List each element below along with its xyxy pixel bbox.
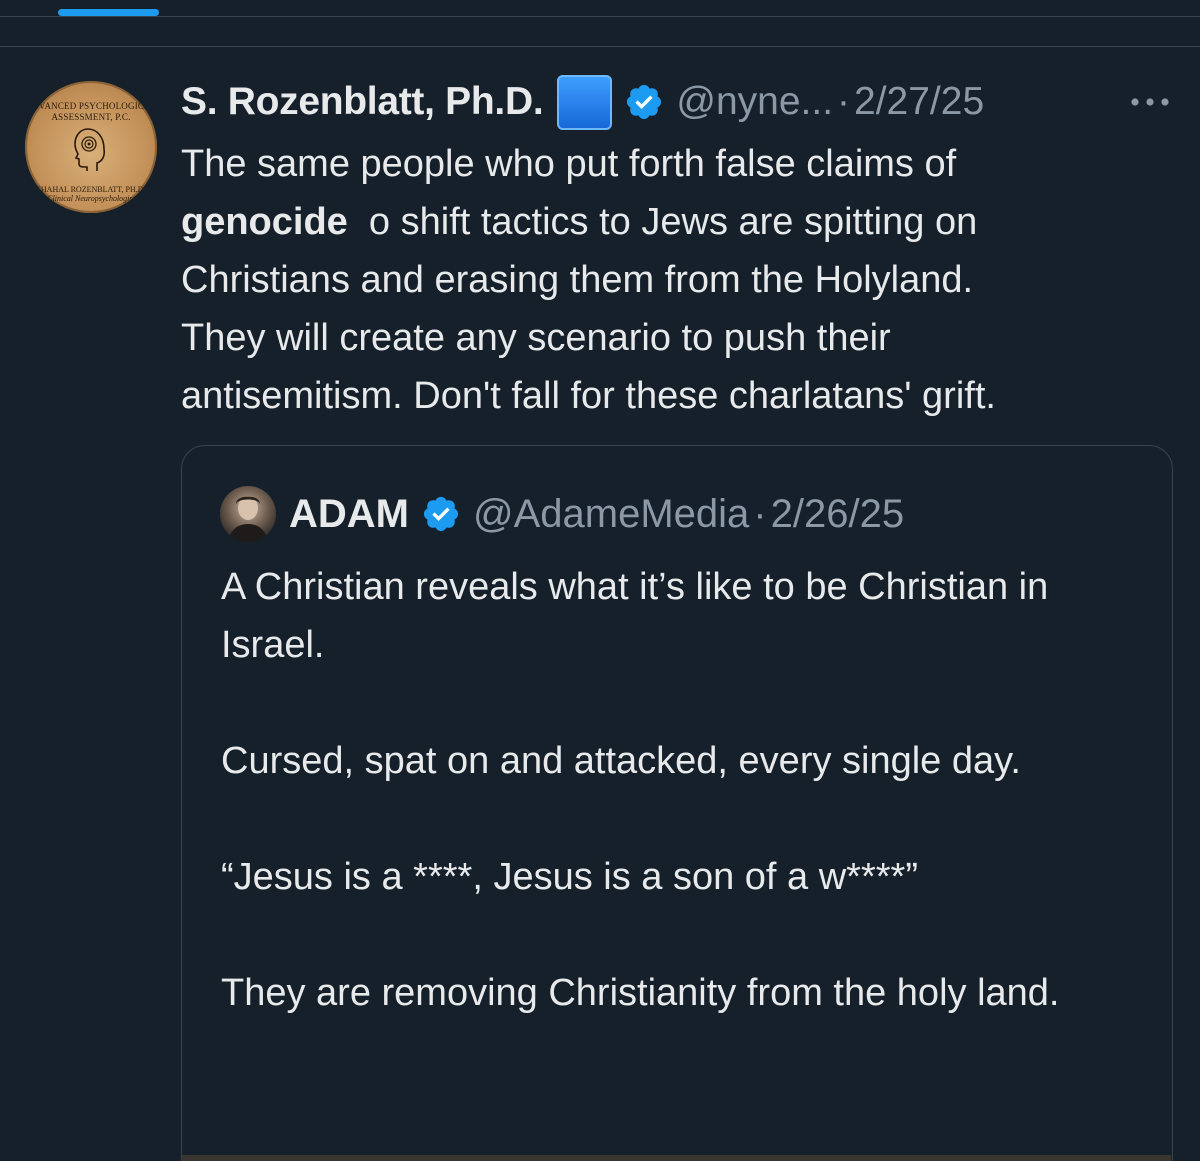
tweet-text: The same people who put forth false clai… — [181, 135, 1181, 425]
quoted-header-separator: · — [753, 491, 767, 536]
quoted-paragraph: A Christian reveals what it’s like to be… — [221, 566, 1049, 666]
tweet-text-line: genocide o shift tactics to Jews are spi… — [181, 193, 1181, 251]
blue-square-emoji-icon — [557, 74, 613, 130]
author-avatar[interactable]: ADVANCED PSYCHOLOGICAL ASSESSMENT, P.C. … — [25, 81, 157, 213]
more-horizontal-icon[interactable] — [1128, 90, 1172, 114]
quoted-author-display-name[interactable]: ADAM — [289, 492, 409, 537]
avatar-logo-title: Clinical Neuropsychologist — [47, 194, 135, 203]
active-tab-indicator — [58, 9, 159, 16]
avatar-logo-top-text: ADVANCED PSYCHOLOGICAL ASSESSMENT, P.C. — [25, 101, 157, 122]
quoted-author-avatar[interactable] — [220, 486, 276, 542]
head-profile-icon — [74, 128, 106, 171]
verified-badge-icon[interactable] — [624, 82, 664, 122]
quoted-media-preview[interactable] — [182, 1155, 1171, 1161]
tab-bar-divider — [0, 16, 1200, 17]
quoted-paragraph: “Jesus is a ****, Jesus is a son of a w*… — [221, 856, 918, 898]
tweet-header: S. Rozenblatt, Ph.D. @nyne... · 2/27/25 — [181, 74, 984, 130]
quoted-tweet-header: ADAM @AdameMedia · 2/26/25 — [289, 486, 904, 542]
author-display-name[interactable]: S. Rozenblatt, Ph.D. — [181, 80, 544, 124]
tweet-text-fragment: o shift tactics to Jews are spitting on — [347, 201, 978, 243]
hashtag-genocide[interactable]: genocide — [181, 201, 348, 243]
person-silhouette-icon — [228, 496, 268, 542]
author-handle[interactable]: @nyne... — [676, 80, 833, 124]
tweet-text-line: They will create any scenario to push th… — [181, 317, 891, 359]
quoted-tweet-date[interactable]: 2/26/25 — [771, 492, 904, 537]
tweet-text-line: antisemitism. Don't fall for these charl… — [181, 375, 996, 417]
avatar-logo-name: SHAHAL ROZENBLATT, PH.D. — [36, 185, 146, 194]
quoted-paragraph: They are removing Christianity from the … — [221, 972, 1060, 1014]
header-separator: · — [837, 80, 851, 123]
tweet-text-line: The same people who put forth false clai… — [181, 143, 957, 185]
quoted-tweet-card[interactable]: ADAM @AdameMedia · 2/26/25 A Christian r… — [181, 445, 1173, 1161]
quoted-paragraph: Cursed, spat on and attacked, every sing… — [221, 740, 1021, 782]
quoted-author-handle[interactable]: @AdameMedia — [473, 492, 749, 537]
tweet-divider — [0, 46, 1200, 47]
quoted-tweet-text: A Christian reveals what it’s like to be… — [221, 558, 1141, 1022]
verified-badge-icon[interactable] — [421, 494, 461, 534]
avatar-logo-bottom-text: SHAHAL ROZENBLATT, PH.D. Clinical Neurop… — [25, 185, 157, 203]
tweet-date[interactable]: 2/27/25 — [854, 80, 984, 124]
tweet-text-line: Christians and erasing them from the Hol… — [181, 259, 974, 301]
timeline-page: ADVANCED PSYCHOLOGICAL ASSESSMENT, P.C. … — [0, 0, 1200, 1161]
